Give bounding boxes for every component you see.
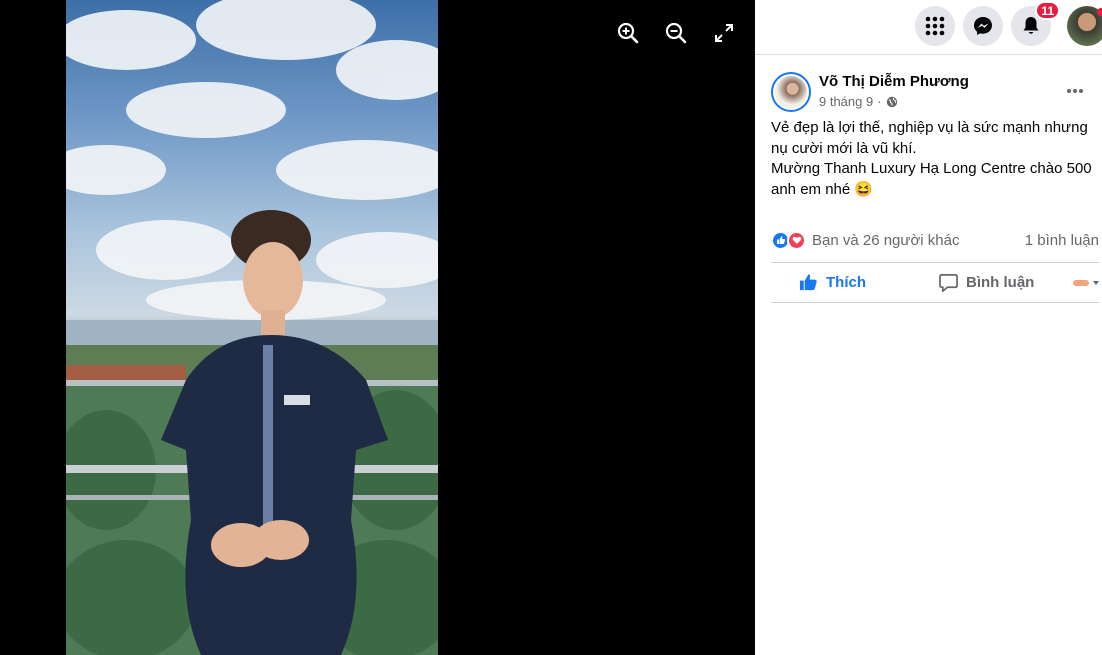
viewer-toolbar [615, 20, 737, 46]
meta-separator: · [877, 94, 882, 109]
notification-count-badge: 11 [1035, 1, 1060, 20]
post-text-line: Vẻ đẹp là lợi thế, nghiệp vụ là sức mạnh… [771, 119, 1088, 157]
comment-label: Bình luận [966, 274, 1035, 291]
comments-count[interactable]: 1 bình luận [1025, 232, 1099, 249]
zoom-in-button[interactable] [615, 20, 641, 46]
grid-menu-icon [925, 16, 945, 36]
post-options-button[interactable] [1060, 76, 1090, 106]
messenger-button[interactable] [963, 6, 1003, 46]
photo-viewer [0, 0, 755, 655]
love-reaction-icon [787, 230, 806, 250]
post-sidebar: 11 Võ Thị Diễm Phương 9 tháng 9 · Vẻ đẹp… [755, 0, 1102, 655]
comment-button[interactable]: Bình luận [939, 263, 1034, 302]
post-text-line: Mường Thanh Luxury Hạ Long Centre chào 5… [771, 160, 1092, 198]
more-options-icon [1067, 89, 1083, 93]
status-dot [1097, 8, 1102, 16]
share-audience-selector[interactable] [1069, 263, 1099, 302]
thumbs-up-icon [799, 274, 817, 291]
post-body: Vẻ đẹp là lợi thế, nghiệp vụ là sức mạnh… [771, 118, 1099, 200]
post-photo[interactable] [66, 0, 438, 655]
reactions-bar: Bạn và 26 người khác 1 bình luận [771, 229, 1099, 251]
zoom-out-icon [665, 22, 687, 44]
post-actions: Thích Bình luận [771, 262, 1099, 303]
author-avatar[interactable] [771, 72, 811, 112]
author-name[interactable]: Võ Thị Diễm Phương [819, 73, 969, 90]
menu-button[interactable] [915, 6, 955, 46]
notifications-button[interactable]: 11 [1011, 1, 1060, 46]
fullscreen-icon [715, 24, 733, 42]
zoom-out-button[interactable] [663, 20, 689, 46]
share-avatar-icon [1073, 279, 1099, 286]
fullscreen-button[interactable] [711, 20, 737, 46]
globe-icon[interactable] [886, 96, 898, 108]
post-date[interactable]: 9 tháng 9 [819, 94, 873, 109]
zoom-in-icon [617, 22, 639, 44]
messenger-icon [974, 17, 992, 35]
top-navigation: 11 [755, 0, 1102, 55]
like-label: Thích [826, 274, 866, 291]
post-header: Võ Thị Diễm Phương 9 tháng 9 · [771, 72, 1102, 114]
bell-icon [1023, 17, 1039, 34]
like-button[interactable]: Thích [771, 263, 939, 302]
reaction-icons[interactable] [771, 230, 806, 250]
post-meta: 9 tháng 9 · [819, 94, 898, 109]
comment-icon [939, 274, 958, 292]
reactions-count[interactable]: Bạn và 26 người khác [812, 232, 1025, 249]
